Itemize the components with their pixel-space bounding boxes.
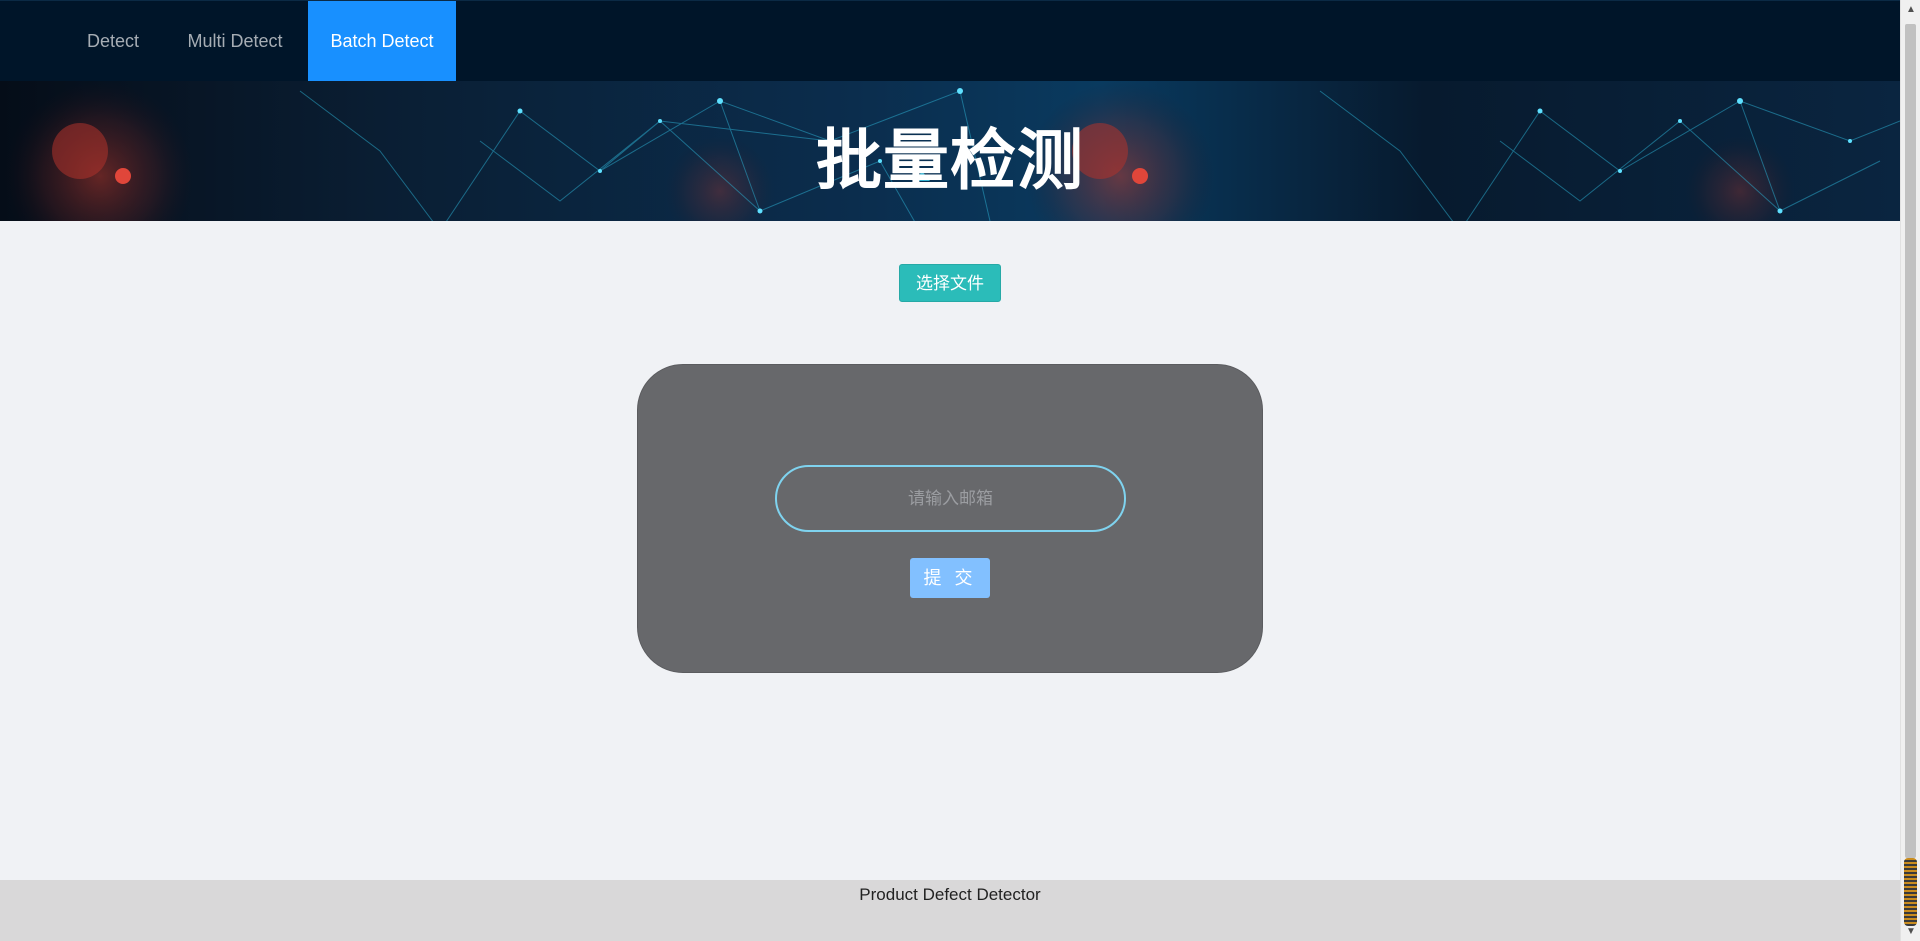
email-form-card: 提 交 — [637, 364, 1263, 673]
chevron-up-icon[interactable]: ▲ — [1904, 3, 1918, 17]
page: Detect Multi Detect Batch Detect 批量检测 选择… — [0, 0, 1900, 941]
nav-item-multi-detect[interactable]: Multi Detect — [162, 1, 308, 82]
footer-text: Product Defect Detector — [859, 885, 1041, 904]
footer: Product Defect Detector — [0, 880, 1900, 941]
choose-file-button[interactable]: 选择文件 — [899, 264, 1001, 302]
header-banner: 批量检测 — [0, 81, 1900, 221]
nav-item-detect[interactable]: Detect — [64, 1, 162, 82]
page-title: 批量检测 — [816, 122, 1084, 199]
top-nav: Detect Multi Detect Batch Detect — [0, 0, 1900, 82]
email-input[interactable] — [775, 465, 1126, 532]
vertical-scrollbar[interactable]: ▲ ▼ — [1900, 0, 1920, 941]
scrollbar-track[interactable] — [1905, 24, 1916, 858]
scrollbar-thumb[interactable] — [1904, 858, 1917, 926]
chevron-down-icon[interactable]: ▼ — [1904, 925, 1918, 939]
nav-item-batch-detect[interactable]: Batch Detect — [308, 1, 456, 82]
submit-button[interactable]: 提 交 — [910, 558, 990, 598]
